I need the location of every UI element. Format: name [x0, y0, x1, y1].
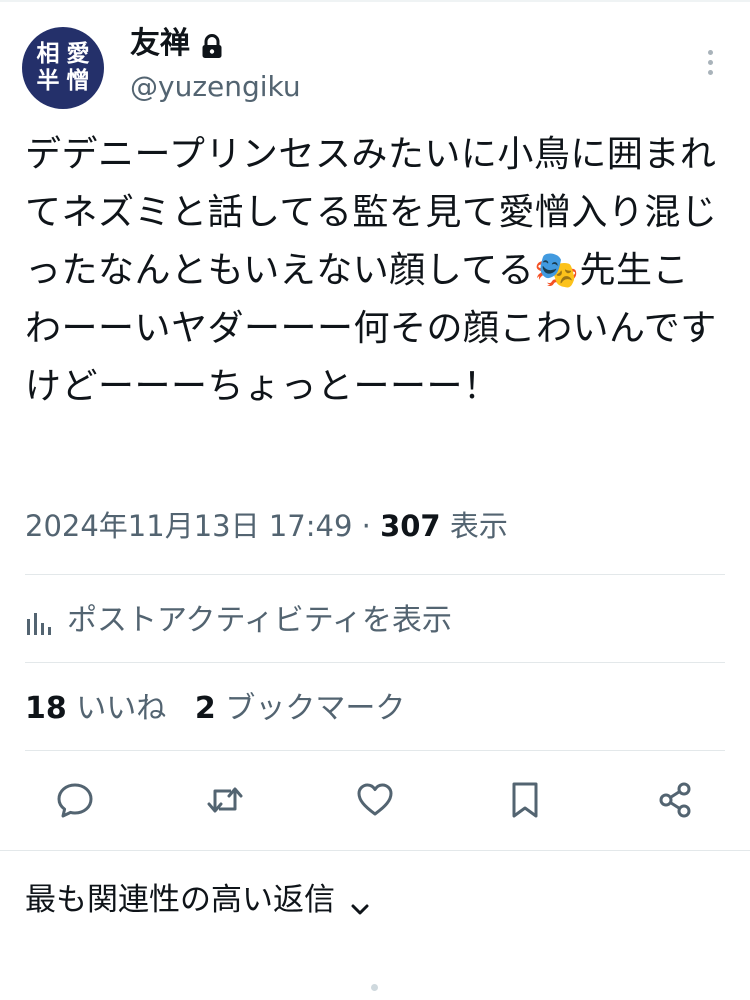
bookmarks-stat[interactable]: 2 ブックマーク	[195, 691, 405, 726]
author-handle[interactable]: @yuzengiku	[130, 68, 301, 106]
likes-label: いいね	[66, 691, 167, 726]
more-dot	[707, 49, 713, 55]
likes-count: 18	[25, 691, 67, 726]
heart-icon	[357, 783, 393, 816]
bookmarks-count: 2	[194, 691, 216, 726]
bookmarks-label: ブックマーク	[215, 691, 406, 726]
chevron-down-icon	[349, 889, 371, 915]
more-options-icon[interactable]	[696, 42, 724, 82]
author-display-name[interactable]: 友禅	[130, 24, 190, 64]
author-name-row[interactable]: 友禅	[130, 24, 224, 64]
engagement-stats: 18 いいね 2 ブックマーク	[25, 688, 405, 730]
lock-icon	[200, 31, 224, 58]
divider	[25, 662, 725, 663]
avatar-char: 半	[36, 68, 60, 94]
action-bar	[25, 772, 725, 828]
repost-icon	[207, 787, 243, 813]
avatar-char: 愛	[66, 41, 90, 67]
bookmark-button[interactable]	[497, 772, 553, 828]
divider	[25, 750, 725, 751]
scroll-indicator-dot	[371, 984, 378, 991]
avatar-char: 相	[36, 41, 60, 67]
share-button[interactable]	[647, 772, 703, 828]
replies-sort-label: 最も関連性の高い返信	[25, 882, 335, 918]
share-icon	[659, 782, 691, 818]
post-activity-link[interactable]: ポストアクティビティを表示	[25, 600, 452, 642]
like-button[interactable]	[347, 772, 403, 828]
tweet-meta: 2024年11月13日 17:49 · 307 表示	[25, 506, 508, 546]
post-activity-label: ポストアクティビティを表示	[67, 603, 452, 638]
tweet-text: デデニープリンセスみたいに小鳥に囲まれてネズミと話してる監を見て愛憎入り混じった…	[25, 134, 718, 407]
bar-chart-icon	[25, 607, 55, 635]
likes-stat[interactable]: 18 いいね	[25, 691, 166, 726]
divider	[25, 574, 725, 575]
views-count: 307	[380, 509, 441, 543]
section-divider	[0, 850, 750, 851]
tweet-detail-page: 相 愛 半 憎 友禅 @yuzengiku デデニープリンセスみたいに小鳥に囲ま…	[0, 0, 750, 1000]
bookmark-icon	[512, 782, 538, 818]
views-label: 表示	[440, 509, 508, 543]
avatar[interactable]: 相 愛 半 憎	[22, 27, 104, 109]
more-dot	[707, 59, 713, 65]
repost-button[interactable]	[197, 772, 253, 828]
avatar-char: 憎	[66, 68, 90, 94]
reply-icon	[57, 783, 93, 818]
meta-separator: ·	[352, 509, 381, 543]
more-dot	[707, 69, 713, 75]
tweet-timestamp[interactable]: 2024年11月13日 17:49	[25, 509, 352, 543]
replies-sort-dropdown[interactable]: 最も関連性の高い返信	[25, 878, 371, 922]
top-divider	[0, 0, 750, 2]
reply-button[interactable]	[47, 772, 103, 828]
